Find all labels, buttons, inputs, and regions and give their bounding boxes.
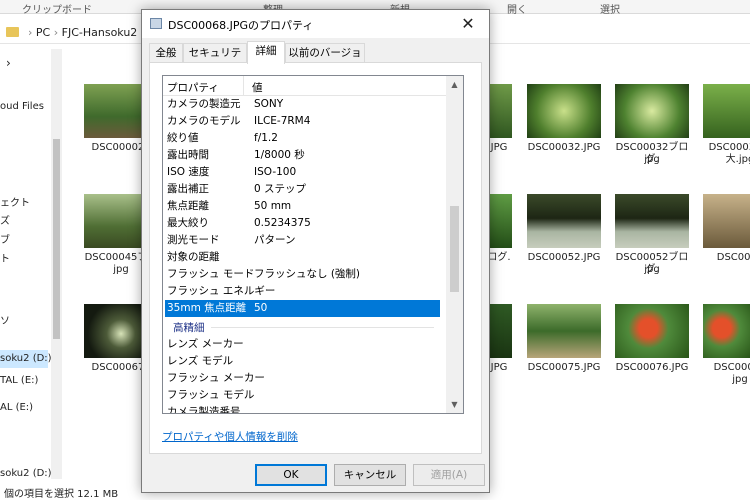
remove-properties-link[interactable]: プロパティや個人情報を削除 [162, 429, 298, 444]
breadcrumb-pc[interactable]: PC [36, 26, 50, 39]
property-list[interactable]: プロパティ 値 カメラの製造元 SONY カメラのモデル ILCE-7RM4 絞り値… [162, 75, 464, 414]
ok-button[interactable]: OK [255, 464, 327, 486]
nav-item-2[interactable]: ズ [0, 212, 10, 227]
dialog-title: DSC00068.JPGのプロパティ [168, 19, 314, 32]
property-row[interactable]: フラッシュ エネルギー [163, 283, 452, 300]
dialog-titlebar[interactable]: DSC00068.JPGのプロパティ ✕ [142, 10, 489, 38]
tab-previous-versions[interactable]: 以前のバージョン [285, 43, 365, 77]
ribbon-select[interactable]: 選択 [600, 1, 620, 16]
file-name[interactable]: DSC00052.JPG [522, 252, 606, 264]
nav-scroll-thumb[interactable] [53, 139, 60, 339]
property-row-selected[interactable]: 35mm 焦点距離 50 [165, 300, 440, 317]
file-name-cont: jpg [732, 374, 748, 385]
property-row[interactable]: 絞り値 f/1.2 [163, 130, 452, 147]
ribbon-clipboard[interactable]: クリップボード [22, 1, 92, 16]
file-thumbnail[interactable] [490, 84, 512, 138]
nav-item-5[interactable]: ソ [0, 312, 10, 327]
property-row[interactable]: 露出補正 0 ステップ [163, 181, 452, 198]
file-thumbnail[interactable] [615, 84, 689, 138]
property-row[interactable]: レンズ モデル [163, 353, 452, 370]
file-name[interactable]: DSC00075.JPG [522, 362, 606, 374]
file-name[interactable]: DSC00032.JPG [522, 142, 606, 154]
file-thumbnail[interactable] [490, 304, 512, 358]
file-name-cont: jpg [644, 264, 660, 275]
property-row[interactable]: 焦点距離 50 mm [163, 198, 452, 215]
cancel-button[interactable]: キャンセル [334, 464, 406, 486]
folder-icon [6, 27, 19, 37]
properties-dialog: DSC00068.JPGのプロパティ ✕ 全般 セキュリティ 詳細 以前のバージ… [141, 9, 490, 493]
file-thumbnail[interactable] [615, 194, 689, 248]
property-row[interactable]: 測光モード パターン [163, 232, 452, 249]
group-header-advanced: 高精細 [163, 318, 452, 335]
column-divider[interactable] [243, 76, 244, 96]
nav-item-4[interactable]: ト [0, 250, 10, 265]
nav-item-e-drive[interactable]: TAL (E:) [0, 375, 38, 386]
nav-item-e-drive-2[interactable]: AL (E:) [0, 402, 33, 413]
property-row[interactable]: カメラのモデル ILCE-7RM4 [163, 113, 452, 130]
ribbon-open[interactable]: 開く [507, 1, 527, 16]
nav-item-3[interactable]: ブ [0, 231, 10, 246]
scroll-up-icon[interactable]: ▲ [446, 76, 463, 93]
file-name[interactable]: DSC00076.JPG [610, 362, 694, 374]
tab-general[interactable]: 全般 [149, 43, 183, 63]
property-row[interactable]: カメラの製造元 SONY [163, 96, 452, 113]
file-name-cont: 大.jpg [725, 154, 750, 165]
property-row[interactable]: カメラ製造番号 [163, 404, 452, 413]
property-row[interactable]: レンズ メーカー [163, 336, 452, 353]
details-pane: プロパティ 値 カメラの製造元 SONY カメラのモデル ILCE-7RM4 絞り値… [149, 62, 482, 454]
nav-scrollbar[interactable] [51, 49, 62, 479]
file-thumbnail[interactable] [615, 304, 689, 358]
scroll-thumb[interactable] [450, 206, 459, 292]
navigation-pane: › oud Files ェクト ズ ブ ト ソ soku2 (D:) TAL (… [0, 44, 64, 484]
file-thumbnail[interactable] [527, 194, 601, 248]
nav-item-drive-selected[interactable]: soku2 (D:) [0, 350, 52, 368]
nav-item-drive-2[interactable]: soku2 (D:) [0, 468, 52, 479]
image-file-icon [150, 18, 162, 29]
property-row[interactable]: ISO 速度 ISO-100 [163, 164, 452, 181]
file-thumbnail[interactable] [527, 84, 601, 138]
property-row[interactable]: 露出時間 1/8000 秒 [163, 147, 452, 164]
property-row[interactable]: フラッシュ メーカー [163, 370, 452, 387]
property-row[interactable]: 対象の距離 [163, 249, 452, 266]
status-bar: 個の項目を選択 12.1 MB [4, 489, 119, 500]
list-header: プロパティ 値 [163, 76, 452, 96]
file-thumbnail[interactable] [490, 194, 512, 248]
scroll-down-icon[interactable]: ▼ [446, 396, 463, 413]
property-row[interactable]: 最大絞り 0.5234375 [163, 215, 452, 232]
file-thumbnail[interactable] [703, 304, 750, 358]
address-path: › PC › FJC-Hansoku2 (D: [28, 26, 158, 39]
nav-arrow-icon: › [6, 56, 11, 70]
column-property[interactable]: プロパティ [167, 80, 219, 95]
tab-security[interactable]: セキュリティ [183, 43, 247, 77]
close-icon[interactable]: ✕ [447, 10, 489, 38]
column-value[interactable]: 値 [252, 80, 263, 95]
nav-item-project[interactable]: ェクト [0, 194, 30, 209]
file-name[interactable]: DSC00032プ [698, 142, 750, 154]
property-row[interactable]: フラッシュ モデル [163, 387, 452, 404]
apply-button[interactable]: 適用(A) [413, 464, 485, 486]
tab-details[interactable]: 詳細 [247, 41, 285, 64]
property-row[interactable]: フラッシュ モード フラッシュなし (強制) [163, 266, 452, 283]
file-thumbnail[interactable] [527, 304, 601, 358]
file-name[interactable]: DSC00076 [698, 362, 750, 374]
list-scrollbar[interactable]: ▲ ▼ [446, 76, 463, 413]
nav-item-cloud[interactable]: oud Files [0, 101, 44, 112]
file-thumbnail[interactable] [703, 194, 750, 248]
file-name-cont: jpg [644, 154, 660, 165]
file-name[interactable]: DSC0005 [698, 252, 750, 264]
file-thumbnail[interactable] [703, 84, 750, 138]
